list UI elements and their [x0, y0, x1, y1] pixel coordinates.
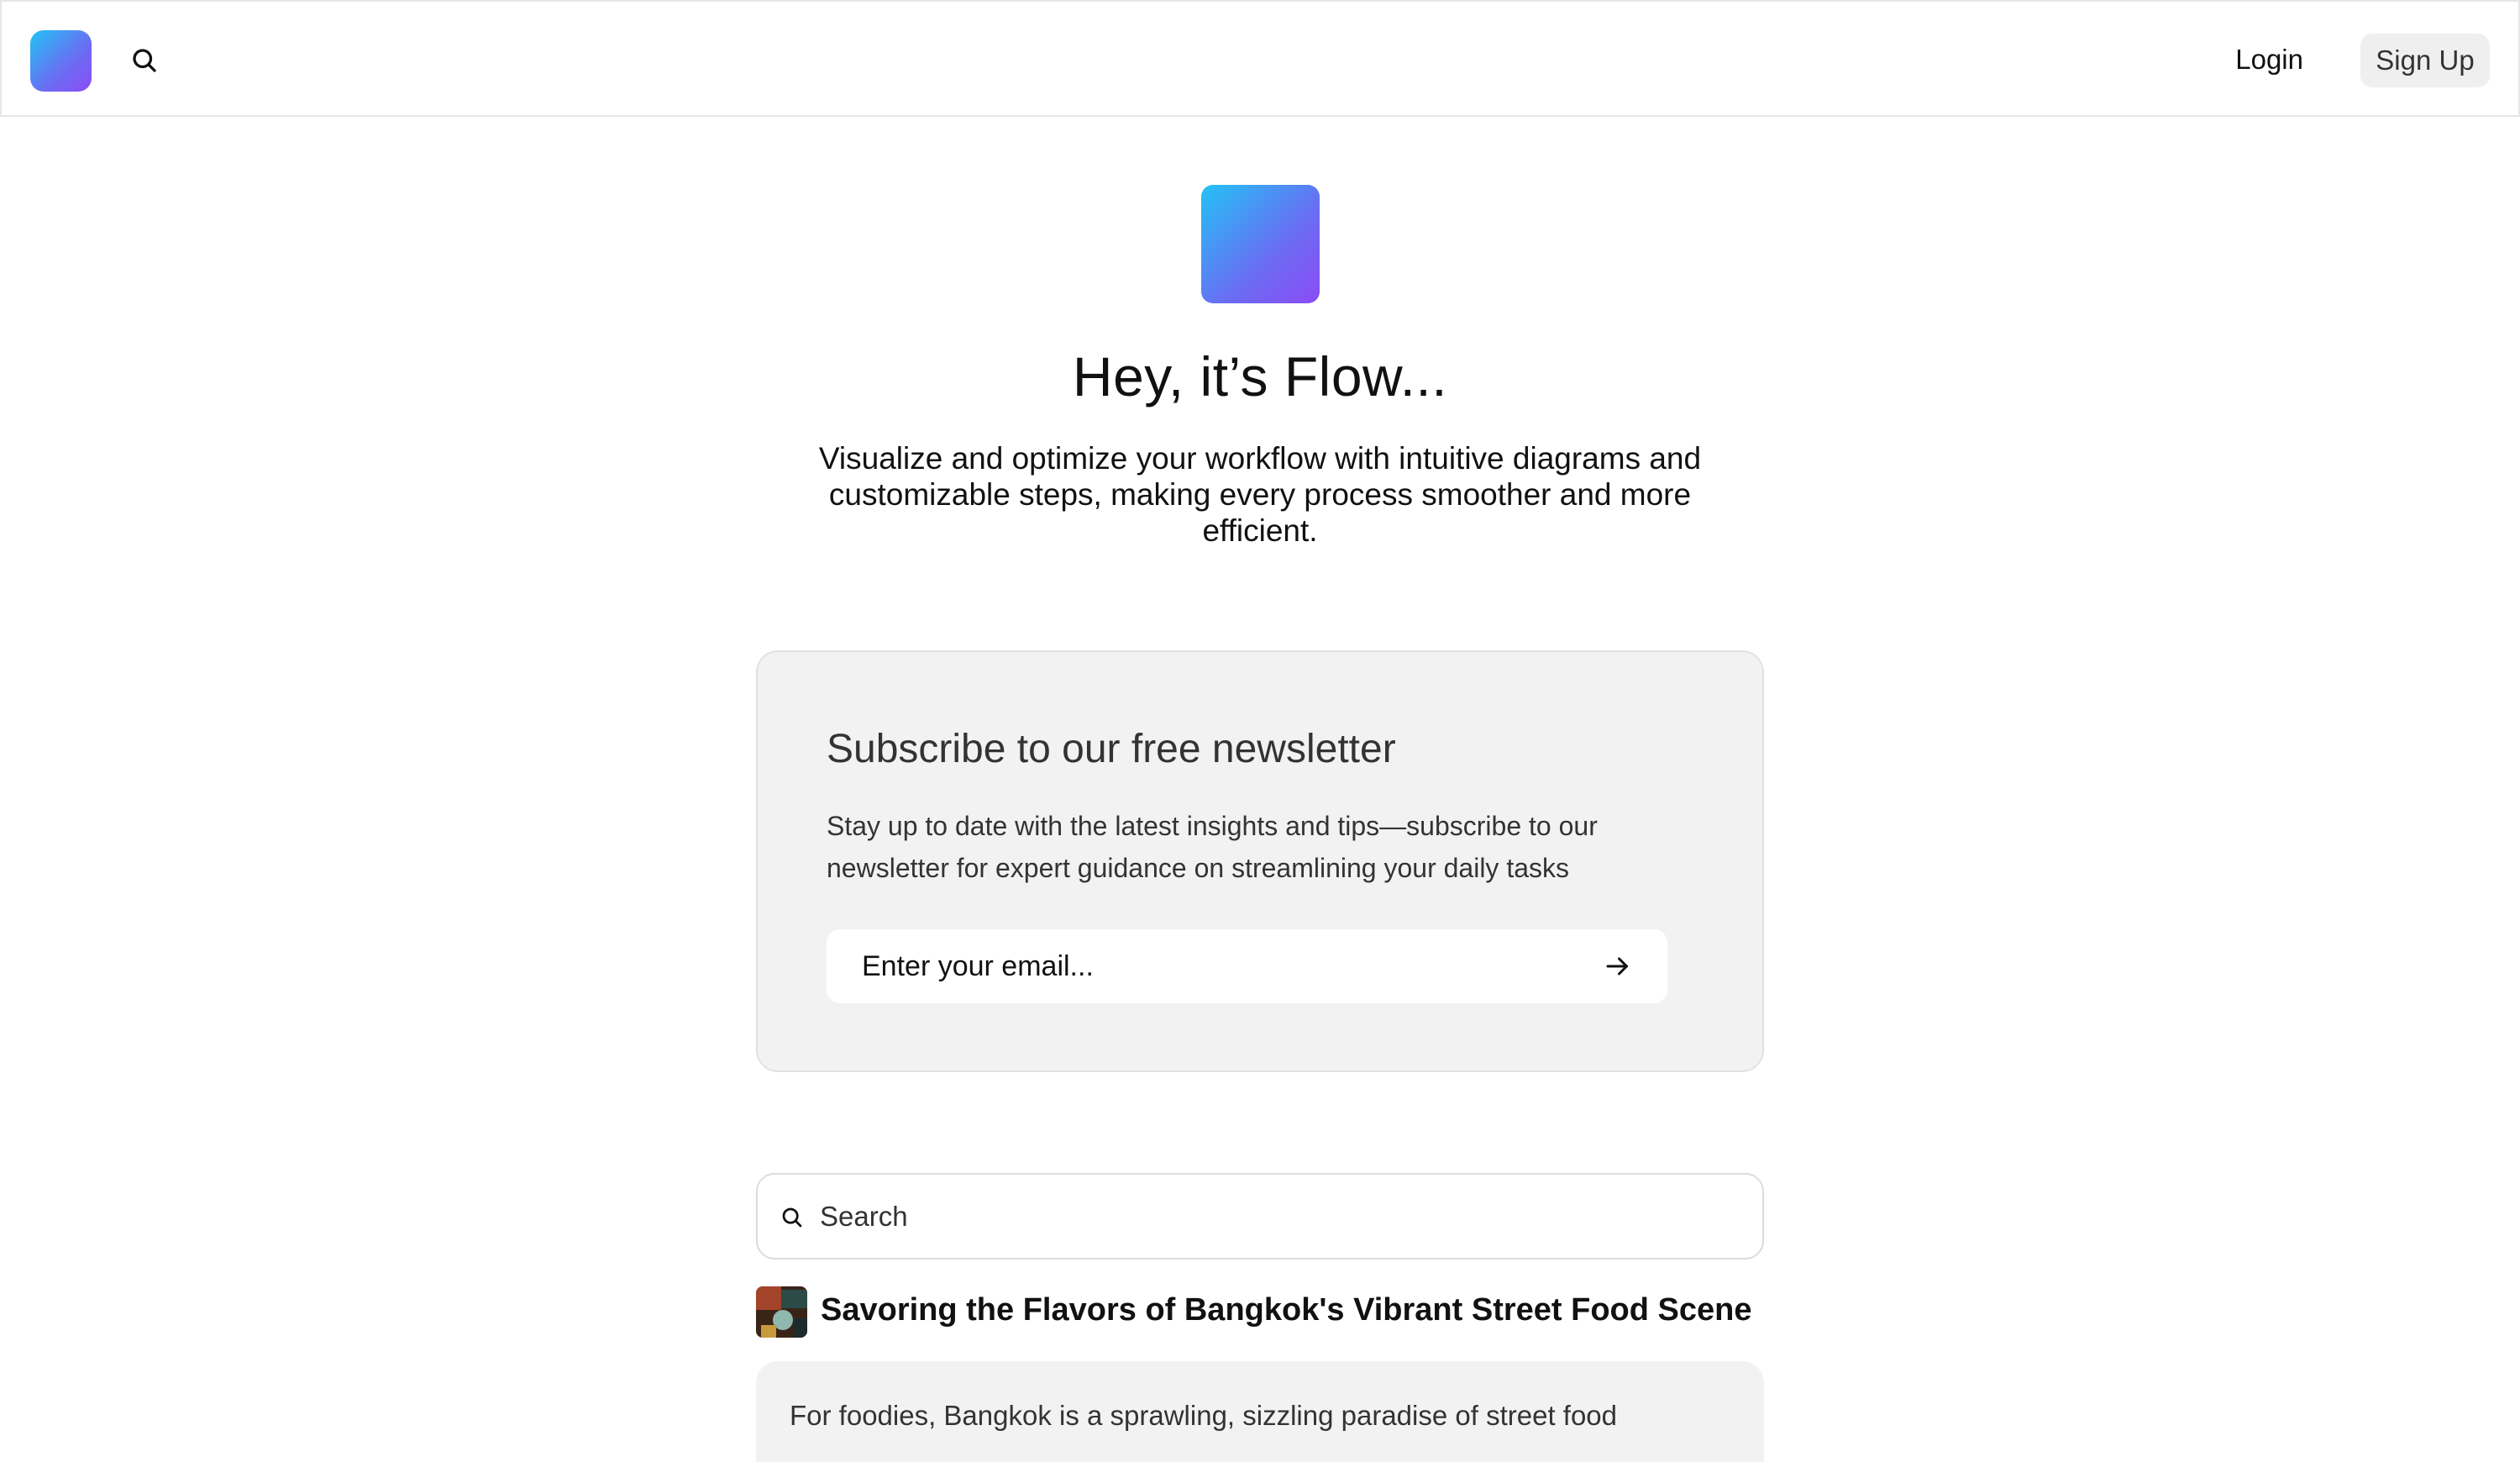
newsletter-card: Subscribe to our free newsletter Stay up… — [756, 650, 1764, 1072]
post-excerpt: For foodies, Bangkok is a sprawling, siz… — [790, 1400, 1618, 1431]
top-nav: Login Sign Up — [0, 0, 2520, 117]
login-link[interactable]: Login — [2235, 39, 2303, 81]
newsletter-title: Subscribe to our free newsletter — [827, 727, 1396, 771]
hero-logo — [1201, 185, 1320, 303]
app-logo[interactable] — [30, 30, 92, 92]
post-title[interactable]: Savoring the Flavors of Bangkok's Vibran… — [821, 1292, 1751, 1328]
newsletter-email-form — [827, 929, 1667, 1003]
post-excerpt-card: For foodies, Bangkok is a sprawling, siz… — [756, 1361, 1764, 1462]
page-description: Visualize and optimize your workflow wit… — [818, 441, 1702, 548]
search-icon — [780, 1205, 805, 1230]
search-input[interactable] — [818, 1175, 1742, 1258]
email-field[interactable] — [860, 929, 1583, 1003]
page-title: Hey, it’s Flow... — [1072, 345, 1448, 408]
search-icon[interactable] — [129, 45, 160, 76]
newsletter-description: Stay up to date with the latest insights… — [827, 811, 1598, 883]
sign-up-button[interactable]: Sign Up — [2360, 34, 2490, 87]
arrow-right-icon[interactable] — [1602, 951, 1634, 981]
search-bar — [756, 1173, 1764, 1260]
post-thumbnail[interactable] — [756, 1286, 807, 1338]
